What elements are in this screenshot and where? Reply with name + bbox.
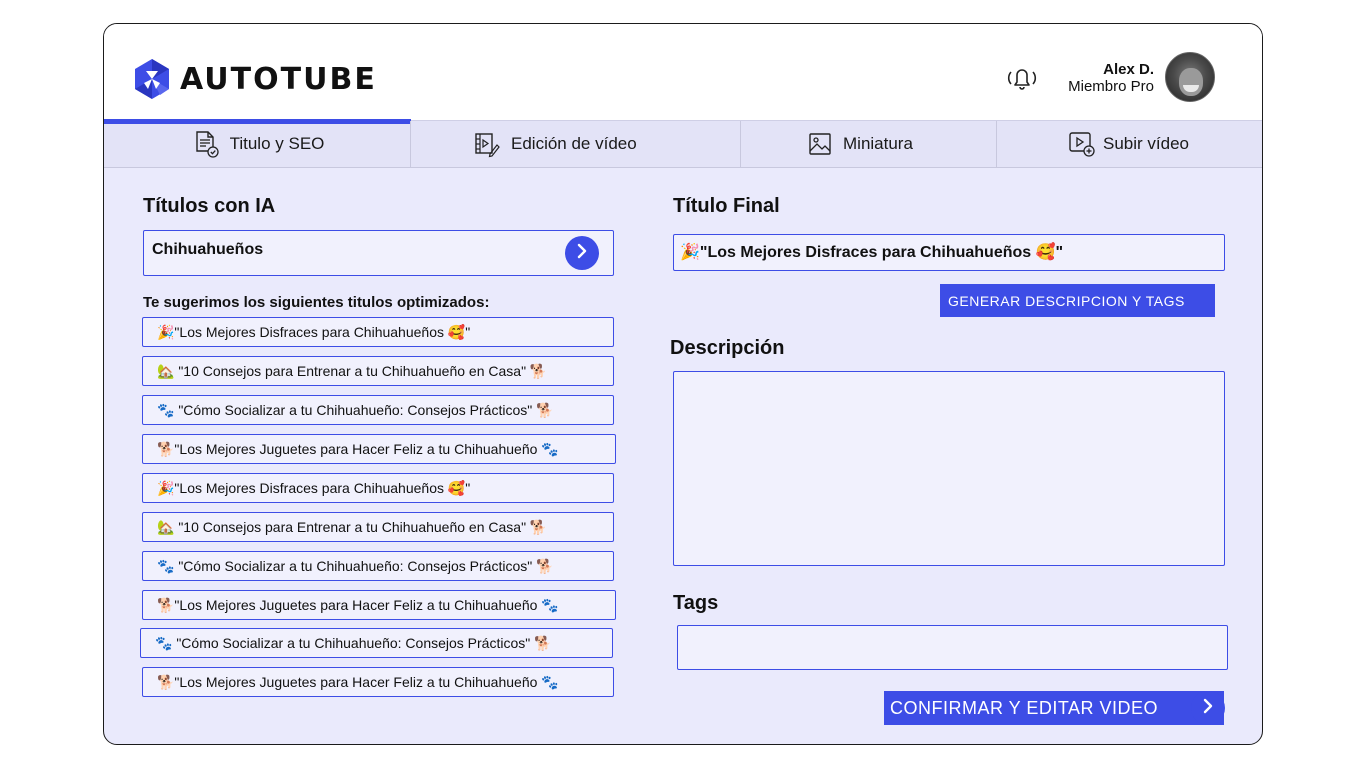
hexagon-logo-icon	[130, 57, 174, 101]
final-title-value: 🎉"Los Mejores Disfraces para Chihuahueño…	[680, 244, 1064, 261]
ai-titles-heading: Títulos con IA	[143, 195, 276, 217]
film-edit-icon	[471, 129, 501, 159]
tab-edicion-video[interactable]: Edición de vídeo	[411, 121, 741, 167]
user-info[interactable]: Alex D. Miembro Pro	[1068, 61, 1154, 95]
tags-heading: Tags	[673, 592, 719, 614]
topic-input[interactable]: Chihuahueños	[143, 230, 614, 276]
suggested-title-1[interactable]: 🎉"Los Mejores Disfraces para Chihuahueño…	[142, 317, 614, 347]
user-role: Miembro Pro	[1068, 78, 1154, 95]
tab-label: Subir vídeo	[1103, 134, 1189, 153]
generate-description-tags-button[interactable]: GENERAR DESCRIPCION Y TAGS	[940, 284, 1215, 317]
suggested-title-2[interactable]: 🏡 "10 Consejos para Entrenar a tu Chihua…	[142, 356, 614, 386]
confirm-button-label: CONFIRMAR Y EDITAR VIDEO	[890, 697, 1159, 718]
suggested-title-3[interactable]: 🐾 "Cómo Socializar a tu Chihuahueño: Con…	[142, 395, 614, 425]
tab-bar: Titulo y SEO Edición de vídeo Miniatura …	[104, 119, 1262, 168]
suggested-title-6[interactable]: 🏡 "10 Consejos para Entrenar a tu Chihua…	[142, 512, 614, 542]
description-textarea[interactable]	[673, 371, 1225, 566]
generate-titles-button[interactable]	[565, 236, 599, 270]
tab-titulo-seo[interactable]: Titulo y SEO	[104, 121, 411, 167]
user-name: Alex D.	[1103, 61, 1154, 78]
app-header: AUTOTUBE Alex D. Miembro Pro	[104, 24, 1262, 120]
suggested-title-10[interactable]: 🐕"Los Mejores Juguetes para Hacer Feliz …	[142, 667, 614, 697]
suggested-title-5[interactable]: 🎉"Los Mejores Disfraces para Chihuahueño…	[142, 473, 614, 503]
suggested-title-9[interactable]: 🐾 "Cómo Socializar a tu Chihuahueño: Con…	[140, 628, 613, 658]
confirm-chevron	[1191, 691, 1225, 725]
brand-logo[interactable]: AUTOTUBE	[130, 57, 377, 101]
avatar[interactable]	[1165, 52, 1215, 102]
topic-input-value: Chihuahueños	[152, 241, 264, 258]
document-check-icon	[190, 129, 220, 159]
tab-label: Miniatura	[843, 134, 913, 153]
upload-video-icon	[1067, 130, 1097, 158]
app-window: AUTOTUBE Alex D. Miembro Pro Titulo y SE…	[103, 23, 1263, 745]
suggested-title-4[interactable]: 🐕"Los Mejores Juguetes para Hacer Feliz …	[142, 434, 616, 464]
tab-subir-video[interactable]: Subir vídeo	[997, 121, 1262, 167]
chevron-right-icon	[1200, 698, 1216, 719]
final-title-input[interactable]: 🎉"Los Mejores Disfraces para Chihuahueño…	[673, 234, 1225, 271]
final-title-heading: Título Final	[673, 195, 780, 217]
tags-input[interactable]	[677, 625, 1228, 670]
tab-label: Titulo y SEO	[229, 134, 325, 153]
tab-miniatura[interactable]: Miniatura	[741, 121, 997, 167]
tab-label: Edición de vídeo	[511, 134, 637, 153]
chevron-right-icon	[574, 243, 590, 264]
suggested-title-7[interactable]: 🐾 "Cómo Socializar a tu Chihuahueño: Con…	[142, 551, 614, 581]
bell-ring-icon[interactable]	[1002, 63, 1042, 93]
suggested-title-8[interactable]: 🐕"Los Mejores Juguetes para Hacer Feliz …	[142, 590, 616, 620]
description-heading: Descripción	[670, 337, 785, 359]
confirm-edit-video-button[interactable]: CONFIRMAR Y EDITAR VIDEO	[884, 691, 1225, 725]
brand-name: AUTOTUBE	[180, 61, 377, 97]
image-icon	[807, 131, 833, 157]
suggestions-label: Te sugerimos los siguientes titulos opti…	[143, 294, 490, 311]
